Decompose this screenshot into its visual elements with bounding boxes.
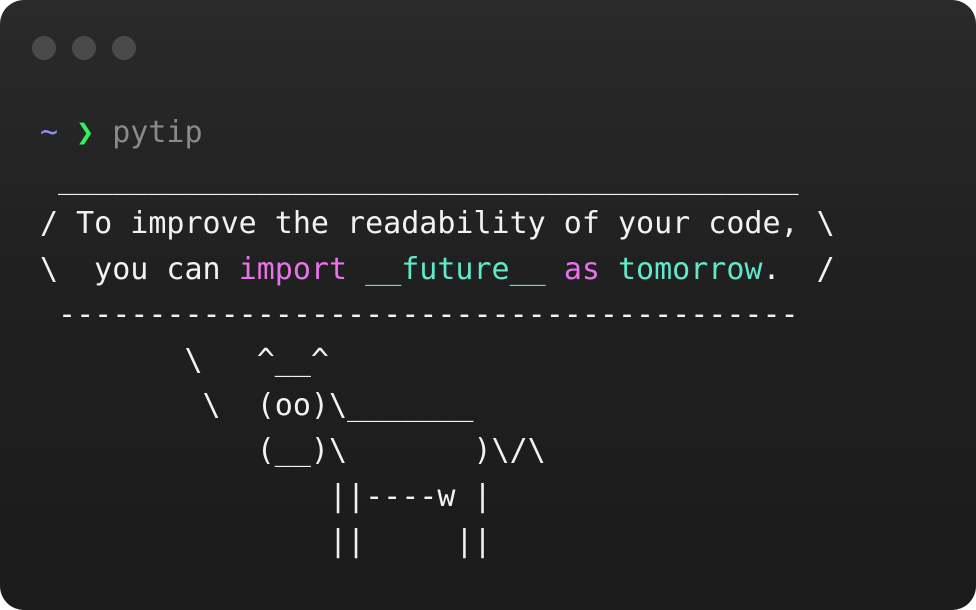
cow-line-3: (__)\ )\/\ [40, 433, 546, 469]
command-output: ________________________________________… [40, 156, 960, 565]
cow-line-2: \ (oo)\_______ [40, 387, 474, 423]
prompt-chevron-icon: ❯ [76, 115, 95, 150]
keyword-as: as [563, 251, 600, 287]
identifier-tomorrow: tomorrow [618, 251, 763, 287]
close-button[interactable] [32, 36, 56, 60]
cow-line-4: ||----w | [40, 478, 492, 514]
minimize-button[interactable] [72, 36, 96, 60]
line2-suffix: . / [762, 251, 835, 287]
terminal-window: ~ ❯ pytip ______________________________… [0, 0, 976, 610]
speech-bubble-line-1: / To improve the readability of your cod… [40, 206, 835, 242]
speech-bubble-line-2: \ you can import __future__ as tomorrow.… [40, 247, 960, 292]
speech-bubble-bottom: ----------------------------------------… [40, 297, 799, 333]
prompt-tilde: ~ [40, 115, 59, 150]
line2-prefix: \ you can [40, 251, 239, 287]
terminal-content[interactable]: ~ ❯ pytip ______________________________… [40, 110, 960, 565]
speech-bubble-top: ________________________________________… [40, 161, 799, 196]
maximize-button[interactable] [112, 36, 136, 60]
cow-line-5: || || [40, 524, 492, 560]
title-bar [0, 0, 976, 90]
keyword-import: import [238, 251, 348, 287]
prompt-command: pytip [112, 115, 203, 150]
cow-line-1: \ ^__^ [40, 342, 329, 378]
prompt-line: ~ ❯ pytip [40, 110, 960, 156]
identifier-future: __future__ [365, 251, 546, 287]
